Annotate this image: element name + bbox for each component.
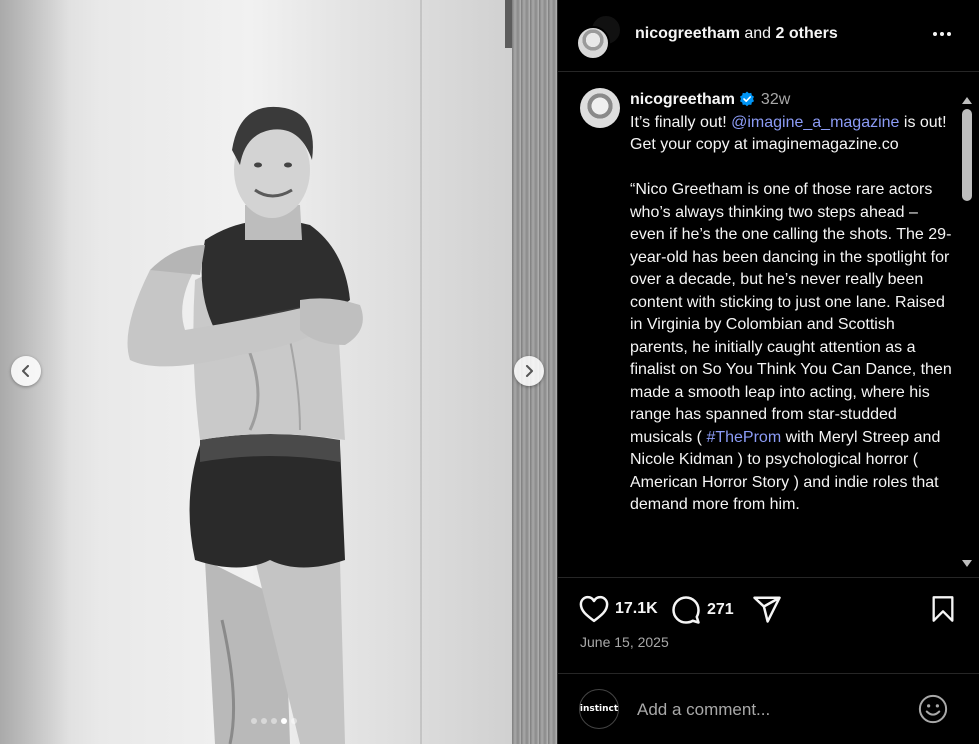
caption-hashtag-link[interactable]: #TheProm (706, 429, 781, 446)
comment-input[interactable] (635, 696, 899, 724)
comment-count[interactable]: 271 (707, 601, 734, 619)
carousel-dot (271, 718, 277, 724)
caption-text: nicogreetham 32w It’s finally out! @imagin… (630, 89, 952, 517)
share-button[interactable] (752, 595, 782, 623)
comment-bubble-icon (672, 596, 700, 624)
caption-username[interactable]: nicogreetham (630, 91, 735, 108)
caption-intro-before: It’s finally out! (630, 113, 732, 131)
heart-icon (579, 595, 609, 623)
verified-badge-icon (739, 91, 754, 107)
more-horizontal-icon (933, 32, 951, 36)
author-avatar[interactable] (576, 26, 610, 60)
caption-mention-link[interactable]: @imagine_a_magazine (731, 114, 899, 131)
post-header: nicogreetham and 2 others (558, 0, 979, 72)
carousel-dot-active (281, 718, 287, 724)
collab-avatars[interactable] (576, 14, 622, 60)
post-side-panel: nicogreetham and 2 others nicogreetham 32… (557, 0, 979, 744)
caption-section: nicogreetham 32w It’s finally out! @imagin… (558, 73, 979, 576)
header-others-link[interactable]: 2 others (776, 25, 838, 42)
carousel-dot (251, 718, 257, 724)
carousel-dot (261, 718, 267, 724)
send-paper-plane-icon (753, 596, 781, 623)
like-count[interactable]: 17.1K (615, 600, 658, 618)
post-header-title: nicogreetham and 2 others (635, 25, 838, 43)
carousel-indicators (251, 718, 297, 724)
header-and-text: and (744, 25, 772, 42)
scroll-down-arrow-icon[interactable] (962, 560, 972, 567)
chevron-left-icon (22, 365, 29, 377)
post-actions: 17.1K 271 June 15, 2025 (558, 577, 979, 673)
post-date[interactable]: June 15, 2025 (580, 634, 669, 650)
caption-scrollbar[interactable] (959, 93, 975, 576)
bookmark-icon (932, 596, 954, 622)
post-photo (127, 106, 363, 744)
caption-quote-paragraph: “Nico Greetham is one of those rare acto… (630, 179, 952, 517)
caption-quote-part1: “Nico Greetham is one of those rare acto… (630, 181, 952, 446)
comment-button[interactable]: 271 (671, 595, 734, 625)
smiley-emoji-icon (918, 694, 948, 724)
add-comment-section: instinct (558, 673, 979, 744)
current-user-avatar[interactable]: instinct (579, 689, 619, 729)
more-options-button[interactable] (930, 22, 954, 46)
caption-time-ago: 32w (760, 91, 791, 108)
carousel-prev-button[interactable] (11, 356, 41, 386)
header-username[interactable]: nicogreetham (635, 25, 740, 42)
chevron-right-icon (526, 365, 533, 377)
post-media (0, 0, 557, 744)
carousel-next-button[interactable] (514, 356, 544, 386)
save-button[interactable] (930, 595, 956, 623)
caption-avatar[interactable] (580, 88, 620, 128)
scroll-up-arrow-icon[interactable] (962, 97, 972, 104)
emoji-picker-button[interactable] (918, 694, 948, 724)
caption-first-paragraph: nicogreetham 32w It’s finally out! @imagin… (630, 89, 952, 157)
scrollbar-thumb[interactable] (962, 109, 972, 201)
current-user-avatar-text: instinct (579, 704, 619, 714)
carousel-dot (291, 718, 297, 724)
like-button[interactable]: 17.1K (579, 595, 658, 623)
